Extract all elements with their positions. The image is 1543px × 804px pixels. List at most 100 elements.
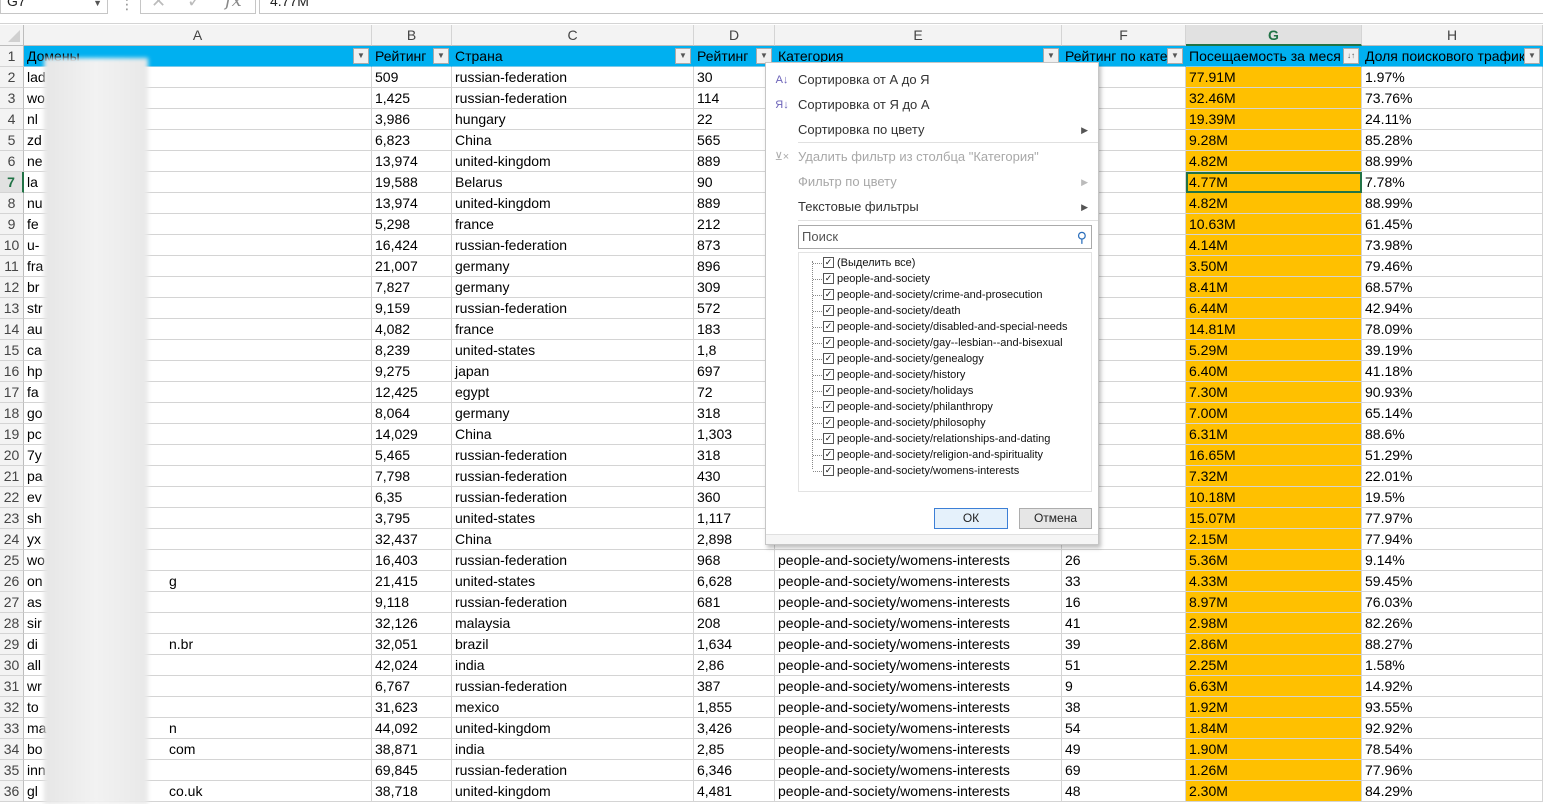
cell-h[interactable]: 24.11% [1362,109,1543,130]
row-number[interactable]: 4 [0,109,24,130]
cell-b[interactable]: 3,795 [372,508,452,529]
cell-b[interactable]: 9,118 [372,592,452,613]
cell-h[interactable]: 82.26% [1362,613,1543,634]
cell-b[interactable]: 13,974 [372,193,452,214]
cell-g[interactable]: 1.26M [1186,760,1362,781]
row-number[interactable]: 8 [0,193,24,214]
cell-d[interactable]: 208 [694,613,775,634]
cell-c[interactable]: russian-federation [452,676,694,697]
cell-d[interactable]: 309 [694,277,775,298]
cell-h[interactable]: 1.97% [1362,67,1543,88]
cell-b[interactable]: 38,718 [372,781,452,802]
cell-e[interactable]: people-and-society/womens-interests [775,676,1062,697]
filter-button[interactable]: ▼ [1167,48,1183,64]
cell-g[interactable]: 1.84M [1186,718,1362,739]
cell-g[interactable]: 7.32M [1186,466,1362,487]
filter-option[interactable]: ✓ people-and-society/philanthropy [813,399,993,415]
column-header-a[interactable]: A [24,25,372,46]
row-number[interactable]: 33 [0,718,24,739]
column-header-c[interactable]: C [452,25,694,46]
filter-option[interactable]: ✓ people-and-society/history [812,367,965,383]
cell-c[interactable]: russian-federation [452,88,694,109]
cell-h[interactable]: 88.27% [1362,634,1543,655]
header-cell[interactable]: Страна ▼ [452,46,694,67]
cell-b[interactable]: 6,823 [372,130,452,151]
filter-option[interactable]: ✓ people-and-society/holidays [812,383,973,399]
cell-c[interactable]: Belarus [452,172,694,193]
cell-d[interactable]: 430 [694,466,775,487]
row-number[interactable]: 24 [0,529,24,550]
resize-grip[interactable] [766,534,1098,544]
cell-f[interactable]: 69 [1062,760,1186,781]
cell-c[interactable]: united-kingdom [452,718,694,739]
cell-g[interactable]: 10.18M [1186,487,1362,508]
filter-option[interactable]: ✓ (Выделить все) [812,255,915,271]
filter-button[interactable]: ▼ [353,48,369,64]
cell-c[interactable]: russian-federation [452,592,694,613]
header-cell[interactable]: Рейтинг ▼ [372,46,452,67]
cell-g[interactable]: 19.39M [1186,109,1362,130]
cell-h[interactable]: 14.92% [1362,676,1543,697]
row-number[interactable]: 31 [0,676,24,697]
cell-e[interactable]: people-and-society/womens-interests [775,655,1062,676]
cell-c[interactable]: france [452,214,694,235]
checkbox-checked[interactable]: ✓ [823,337,834,348]
cell-h[interactable]: 88.99% [1362,193,1543,214]
checkbox-checked[interactable]: ✓ [823,321,834,332]
cell-d[interactable]: 318 [694,445,775,466]
cell-b[interactable]: 9,275 [372,361,452,382]
cell-e[interactable]: people-and-society/womens-interests [775,571,1062,592]
cell-d[interactable]: 896 [694,256,775,277]
row-number[interactable]: 28 [0,613,24,634]
cell-d[interactable]: 387 [694,676,775,697]
cell-e[interactable]: people-and-society/womens-interests [775,634,1062,655]
checkbox-checked[interactable]: ✓ [823,401,834,412]
column-header-f[interactable]: F [1062,25,1186,46]
cell-g[interactable]: 6.63M [1186,676,1362,697]
cell-d[interactable]: 212 [694,214,775,235]
cell-f[interactable]: 48 [1062,781,1186,802]
column-header-g[interactable]: G [1186,25,1362,46]
cell-b[interactable]: 3,986 [372,109,452,130]
cell-c[interactable]: russian-federation [452,550,694,571]
row-number[interactable]: 7 [0,172,24,193]
row-number[interactable]: 3 [0,88,24,109]
cell-d[interactable]: 1,8 [694,340,775,361]
filter-button[interactable]: ▼ [675,48,691,64]
cell-g[interactable]: 32.46M [1186,88,1362,109]
cell-h[interactable]: 59.45% [1362,571,1543,592]
cell-h[interactable]: 85.28% [1362,130,1543,151]
cell-d[interactable]: 6,628 [694,571,775,592]
cell-c[interactable]: russian-federation [452,298,694,319]
function-icon[interactable]: fx [225,0,242,11]
cell-d[interactable]: 3,426 [694,718,775,739]
cell-h[interactable]: 7.78% [1362,172,1543,193]
cell-b[interactable]: 5,298 [372,214,452,235]
text-filters[interactable]: Текстовые фильтры ▶ [766,195,1098,219]
cell-g[interactable]: 1.90M [1186,739,1362,760]
checkbox-checked[interactable]: ✓ [823,353,834,364]
header-cell[interactable]: Доля поискового трафика ▼ [1362,46,1543,67]
checkbox-checked[interactable]: ✓ [823,257,834,268]
cell-g[interactable]: 6.44M [1186,298,1362,319]
row-number[interactable]: 10 [0,235,24,256]
checkbox-checked[interactable]: ✓ [823,289,834,300]
cell-h[interactable]: 22.01% [1362,466,1543,487]
cell-d[interactable]: 90 [694,172,775,193]
row-number[interactable]: 27 [0,592,24,613]
cell-c[interactable]: india [452,739,694,760]
row-number[interactable]: 11 [0,256,24,277]
cell-d[interactable]: 30 [694,67,775,88]
cell-c[interactable]: hungary [452,109,694,130]
cell-h[interactable]: 73.76% [1362,88,1543,109]
row-number[interactable]: 35 [0,760,24,781]
cell-h[interactable]: 19.5% [1362,487,1543,508]
cell-f[interactable]: 38 [1062,697,1186,718]
cell-h[interactable]: 88.6% [1362,424,1543,445]
cell-d[interactable]: 572 [694,298,775,319]
cell-c[interactable]: united-kingdom [452,781,694,802]
checkbox-checked[interactable]: ✓ [823,449,834,460]
cell-f[interactable]: 9 [1062,676,1186,697]
cell-b[interactable]: 32,126 [372,613,452,634]
cell-b[interactable]: 32,437 [372,529,452,550]
